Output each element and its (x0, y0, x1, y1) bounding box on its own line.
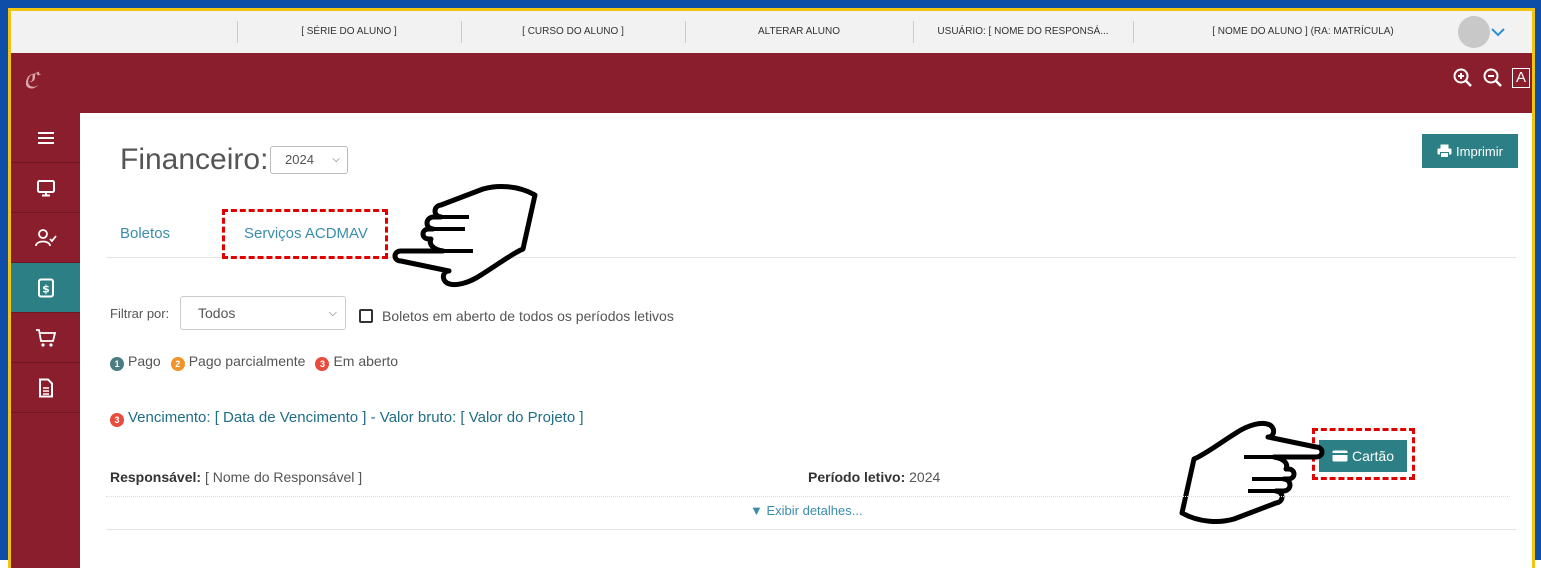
status-dot-partial: 2 (170, 357, 185, 371)
status-dot-open: 3 (315, 357, 330, 371)
chevron-down-icon[interactable] (1489, 23, 1507, 41)
responsible-value: [ Nome do Responsável ] (204, 469, 363, 485)
filter-select-value: Todos (198, 305, 236, 321)
sidebar: $ (11, 113, 80, 568)
checkbox-label: Boletos em aberto de todos os períodos l… (382, 308, 674, 324)
pointing-hand-icon (392, 184, 538, 288)
page-title: Financeiro: (120, 143, 269, 176)
document-icon (38, 378, 53, 397)
show-details-link[interactable]: ▼ Exibir detalhes... (750, 503, 863, 518)
school-logo: ℭ (23, 69, 39, 94)
sidebar-item-attendance[interactable] (11, 213, 80, 263)
print-button[interactable]: Imprimir (1422, 134, 1518, 168)
open-boletos-checkbox[interactable] (359, 309, 373, 323)
svg-text:$: $ (42, 282, 50, 295)
status-legend: 1 Pago 2 Pago parcialmente 3 Em aberto (110, 353, 398, 371)
student-course: [ CURSO DO ALUNO ] (522, 26, 624, 37)
status-dot-paid: 1 (110, 357, 124, 371)
student-grade: [ SÉRIE DO ALUNO ] (301, 26, 397, 37)
sidebar-item-finance[interactable]: $ (11, 263, 80, 313)
cart-icon (35, 328, 56, 347)
credit-card-icon (1332, 450, 1348, 462)
user-check-icon (34, 228, 57, 246)
filter-label: Filtrar por: (110, 306, 170, 321)
legend-label: Pago (128, 353, 161, 369)
period-info: Período letivo: 2024 (808, 469, 940, 485)
menu-icon (37, 131, 54, 144)
sidebar-item-menu[interactable] (11, 113, 80, 163)
pointing-hand-icon (1179, 420, 1325, 524)
legend-label: Em aberto (333, 353, 399, 369)
change-student-link[interactable]: ALTERAR ALUNO (685, 11, 913, 53)
legend-label: Pago parcialmente (188, 353, 306, 369)
sidebar-item-documents[interactable] (11, 363, 80, 413)
print-button-label: Imprimir (1456, 143, 1503, 159)
font-size-icon[interactable]: A (1512, 68, 1530, 88)
due-text: Vencimento: [ Data de Vencimento ] - Val… (128, 409, 584, 426)
pay-card-button[interactable]: Cartão (1319, 440, 1407, 472)
boleto-due-line[interactable]: 3 Vencimento: [ Data de Vencimento ] - Va… (110, 409, 584, 427)
tab-boletos[interactable]: Boletos (120, 225, 170, 242)
year-select-value: 2024 (285, 152, 314, 167)
pay-card-label: Cartão (1351, 448, 1395, 464)
period-value: 2024 (909, 469, 941, 485)
year-select[interactable]: 2024 ⌵ (270, 146, 348, 174)
status-dot-open: 3 (110, 413, 124, 427)
accessibility-tools: A (1452, 67, 1530, 89)
chevron-down-icon: ⌵ (328, 307, 337, 319)
user-name: USUÁRIO: [ NOME DO RESPONSÁ... (937, 26, 1109, 37)
outer-frame: [ SÉRIE DO ALUNO ] [ CURSO DO ALUNO ] AL… (0, 0, 1541, 568)
filter-select[interactable]: Todos ⌵ (180, 296, 346, 330)
sidebar-item-store[interactable] (11, 313, 80, 363)
highlight-box (222, 209, 388, 259)
student-name: [ NOME DO ALUNO ] (RA: MATRÍCULA) (1212, 26, 1394, 37)
finance-document-icon: $ (37, 278, 54, 297)
legend-item: 3 Em aberto (315, 353, 398, 371)
avatar[interactable] (1458, 16, 1490, 48)
chevron-down-icon: ⌵ (332, 154, 340, 165)
main-content: Financeiro: 2024 ⌵ Imprimir Boletos Serv… (80, 113, 1532, 568)
divider (106, 529, 1516, 530)
zoom-out-icon[interactable] (1482, 67, 1504, 89)
legend-item: 1 Pago (110, 353, 161, 371)
divider (106, 496, 1510, 498)
monitor-icon (36, 179, 55, 196)
sidebar-item-dashboard[interactable] (11, 163, 80, 213)
brand-header: ℭ A (11, 53, 1532, 113)
responsible-info: Responsável: [ Nome do Responsável ] (110, 469, 362, 485)
app-window: [ SÉRIE DO ALUNO ] [ CURSO DO ALUNO ] AL… (8, 8, 1535, 568)
printer-icon (1437, 144, 1452, 158)
top-info-bar: [ SÉRIE DO ALUNO ] [ CURSO DO ALUNO ] AL… (11, 11, 1532, 54)
responsible-label: Responsável: (110, 469, 202, 485)
period-label: Período letivo: (808, 469, 906, 485)
legend-item: 2 Pago parcialmente (170, 353, 306, 371)
zoom-in-icon[interactable] (1452, 67, 1474, 89)
